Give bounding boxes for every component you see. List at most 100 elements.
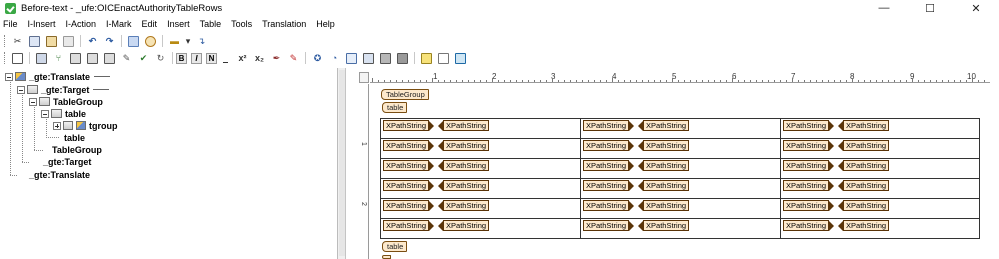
xpathstring-open-tag[interactable]: XPathString <box>383 200 430 211</box>
spellcheck-icon[interactable] <box>345 52 358 65</box>
refresh-icon[interactable]: ↻ <box>154 52 167 65</box>
xpathstring-close-tag[interactable]: XPathString <box>443 140 490 151</box>
tree-node-gte-translate-end[interactable]: _gte:Translate <box>17 169 90 180</box>
xpathstring-close-tag[interactable]: XPathString <box>443 180 490 191</box>
table-cell[interactable]: XPathString XPathString <box>783 200 890 211</box>
highlight-icon[interactable]: ▬ <box>168 35 181 48</box>
xpathstring-open-tag[interactable]: XPathString <box>583 220 630 231</box>
underline-icon[interactable] <box>219 52 232 65</box>
table-cell[interactable]: XPathString XPathString <box>383 220 490 231</box>
tree-node-table[interactable]: table <box>41 108 86 119</box>
xpathstring-close-tag[interactable]: XPathString <box>643 160 690 171</box>
compare-icon[interactable] <box>362 52 375 65</box>
table-cell[interactable]: XPathString XPathString <box>383 180 490 191</box>
xpathstring-close-tag[interactable]: XPathString <box>443 160 490 171</box>
xpathstring-open-tag[interactable]: XPathString <box>583 180 630 191</box>
xpathstring-open-tag[interactable]: XPathString <box>783 180 830 191</box>
xpathstring-open-tag[interactable]: XPathString <box>583 140 630 151</box>
tree-node-tablegroup[interactable]: TableGroup <box>29 96 103 107</box>
tablegroup-open-tag[interactable]: TableGroup <box>381 89 429 100</box>
xpathstring-open-tag[interactable]: XPathString <box>783 120 830 131</box>
attributes-icon[interactable] <box>103 52 116 65</box>
xpathstring-close-tag[interactable]: XPathString <box>443 120 490 131</box>
split-icon[interactable] <box>69 52 82 65</box>
superscript-button[interactable]: x² <box>236 52 249 65</box>
expand-icon[interactable] <box>53 121 61 130</box>
table-close-tag[interactable]: table <box>382 241 408 252</box>
xpathstring-close-tag[interactable]: XPathString <box>643 220 690 231</box>
menu-i-insert[interactable]: I-Insert <box>23 19 61 29</box>
copy-icon[interactable] <box>28 35 41 48</box>
menu-insert[interactable]: Insert <box>162 19 195 29</box>
tree-node-tablegroup-end[interactable]: TableGroup <box>41 144 102 155</box>
select-all-icon[interactable] <box>127 35 140 48</box>
undo-icon[interactable]: ↶ <box>86 35 99 48</box>
xpathstring-close-tag[interactable]: XPathString <box>643 180 690 191</box>
document-icon[interactable] <box>437 52 450 65</box>
xpathstring-close-tag[interactable]: XPathString <box>643 120 690 131</box>
table-cell[interactable]: XPathString XPathString <box>383 120 490 131</box>
xpathstring-close-tag[interactable]: XPathString <box>443 200 490 211</box>
xpathstring-open-tag[interactable]: XPathString <box>383 180 430 191</box>
edit-icon[interactable]: ✎ <box>120 52 133 65</box>
table-cell[interactable]: XPathString XPathString <box>783 160 890 171</box>
xpathstring-open-tag[interactable]: XPathString <box>383 120 430 131</box>
paste-icon[interactable] <box>45 35 58 48</box>
tree-icon[interactable]: ⑂ <box>52 52 65 65</box>
pen-icon[interactable]: ✒ <box>270 52 283 65</box>
table-cell[interactable]: XPathString XPathString <box>783 180 890 191</box>
table-cell[interactable]: XPathString XPathString <box>383 200 490 211</box>
bold-button[interactable]: B <box>176 52 187 64</box>
cut-icon[interactable]: ✂ <box>11 35 24 48</box>
xpathstring-open-tag[interactable]: XPathString <box>383 160 430 171</box>
table-cell[interactable]: XPathString XPathString <box>583 220 690 231</box>
collapse-icon[interactable] <box>41 109 49 118</box>
tree-scrollbar[interactable] <box>339 70 345 256</box>
join-icon[interactable] <box>86 52 99 65</box>
table-cell[interactable]: XPathString XPathString <box>783 140 890 151</box>
xpathstring-close-tag[interactable]: XPathString <box>843 200 890 211</box>
xpathstring-close-tag[interactable]: XPathString <box>643 140 690 151</box>
table-cell[interactable]: XPathString XPathString <box>783 120 890 131</box>
xpathstring-open-tag[interactable]: XPathString <box>783 160 830 171</box>
tree-node-gte-target-end[interactable]: _gte:Target <box>29 156 91 167</box>
table-icon[interactable] <box>379 52 392 65</box>
close-button[interactable]: ✕ <box>953 0 999 16</box>
menu-file[interactable]: File <box>0 19 23 29</box>
note-icon[interactable] <box>420 52 433 65</box>
tablegroup-close-tag[interactable] <box>382 255 391 259</box>
table-cell[interactable]: XPathString XPathString <box>583 180 690 191</box>
menu-translation[interactable]: Translation <box>257 19 311 29</box>
table-cell[interactable]: XPathString XPathString <box>383 160 490 171</box>
italic-button[interactable]: I <box>191 52 202 64</box>
table-cell[interactable]: XPathString XPathString <box>783 220 890 231</box>
xpathstring-close-tag[interactable]: XPathString <box>843 160 890 171</box>
collapse-icon[interactable] <box>17 85 25 94</box>
redo-icon[interactable]: ↷ <box>103 35 116 48</box>
subscript-button[interactable]: x₂ <box>253 52 266 65</box>
table-cell[interactable]: XPathString XPathString <box>583 140 690 151</box>
xpathstring-open-tag[interactable]: XPathString <box>783 200 830 211</box>
tree-node-gte-target[interactable]: _gte:Target <box>17 84 110 95</box>
marker-icon[interactable]: ✎ <box>287 52 300 65</box>
table-cell[interactable]: XPathString XPathString <box>583 120 690 131</box>
menu-edit[interactable]: Edit <box>137 19 163 29</box>
table-cell[interactable]: XPathString XPathString <box>383 140 490 151</box>
markup-icon[interactable]: ↴ <box>195 35 208 48</box>
normal-button[interactable]: N <box>206 52 217 64</box>
menu-i-mark[interactable]: I-Mark <box>101 19 137 29</box>
dropdown-arrow-icon[interactable]: ▾ <box>185 35 191 48</box>
globe-icon[interactable]: ✪ <box>311 52 324 65</box>
menu-i-action[interactable]: I-Action <box>61 19 102 29</box>
xpathstring-close-tag[interactable]: XPathString <box>843 180 890 191</box>
xpathstring-open-tag[interactable]: XPathString <box>583 200 630 211</box>
find-icon[interactable] <box>144 35 157 48</box>
xpathstring-close-tag[interactable]: XPathString <box>843 120 890 131</box>
xpathstring-open-tag[interactable]: XPathString <box>383 140 430 151</box>
xpathstring-open-tag[interactable]: XPathString <box>583 120 630 131</box>
xpathstring-close-tag[interactable]: XPathString <box>643 200 690 211</box>
view-icon[interactable] <box>11 52 24 65</box>
xpathstring-open-tag[interactable]: XPathString <box>383 220 430 231</box>
collapse-icon[interactable] <box>5 72 13 81</box>
menu-table[interactable]: Table <box>195 19 227 29</box>
